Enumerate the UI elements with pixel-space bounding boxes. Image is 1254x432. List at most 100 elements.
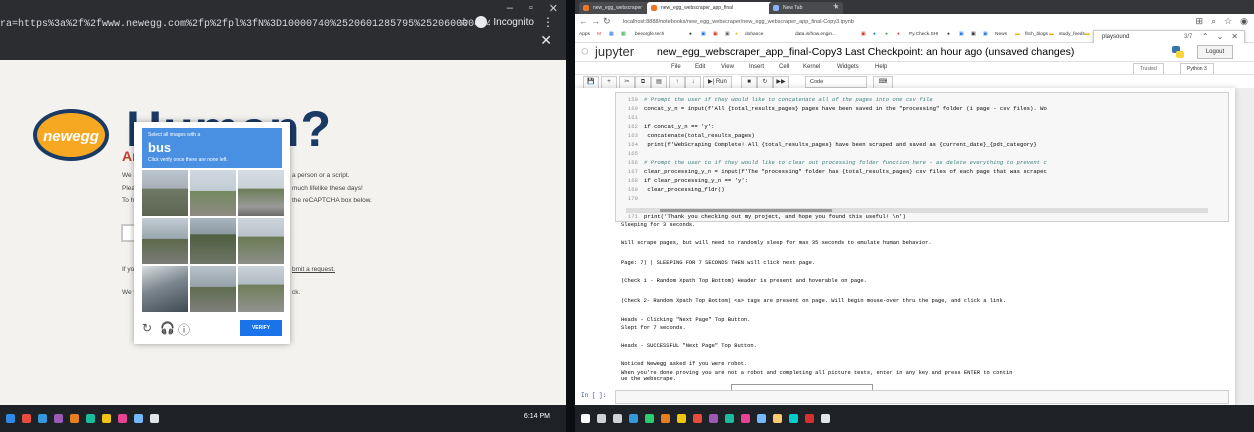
reload-icon[interactable]: ↻ — [142, 321, 152, 335]
bookmark-beeorgfe[interactable]: beeorgfe.tech — [635, 32, 664, 37]
menu-edit[interactable]: Edit — [695, 64, 705, 70]
audio-icon[interactable]: 🎧 — [160, 321, 175, 335]
bookmark-pycheck[interactable]: Py.Check.SHI — [909, 32, 939, 37]
captcha-tile[interactable] — [238, 266, 284, 312]
app-icon[interactable] — [118, 414, 127, 423]
bookmark-icon[interactable]: ● — [897, 32, 900, 37]
bookmark-icon[interactable]: ▣ — [971, 32, 976, 37]
captcha-tile[interactable] — [238, 218, 284, 264]
app-icon[interactable] — [134, 414, 143, 423]
captcha-tile[interactable] — [190, 218, 236, 264]
menu-widgets[interactable]: Widgets — [837, 64, 859, 70]
bookmark-study-feeds[interactable]: study_feeds — [1059, 32, 1085, 37]
bookmark-icon[interactable]: ▣ — [701, 32, 706, 37]
app-icon[interactable] — [805, 414, 814, 423]
captcha-tile[interactable] — [190, 266, 236, 312]
menu-kernel[interactable]: Kernel — [803, 64, 820, 70]
bookmark-icon[interactable]: ▣ — [725, 32, 730, 37]
bookmark-icon[interactable]: ▣ — [959, 32, 964, 37]
menu-file[interactable]: File — [671, 64, 681, 70]
bookmark-icon[interactable]: ▣ — [983, 32, 988, 37]
app-icon[interactable] — [725, 414, 734, 423]
app-icon[interactable] — [821, 414, 830, 423]
app-icon[interactable] — [677, 414, 686, 423]
task-view-icon[interactable] — [613, 414, 622, 423]
app-icon[interactable] — [70, 414, 79, 423]
app-icon[interactable] — [757, 414, 766, 423]
forward-icon[interactable]: → — [591, 16, 600, 26]
extension-icon[interactable]: ⊞ — [1195, 16, 1203, 27]
incognito-indicator[interactable]: ☆ Incognito — [459, 15, 534, 29]
menu-cell[interactable]: Cell — [779, 64, 789, 70]
app-icon[interactable] — [150, 414, 159, 423]
app-icon[interactable] — [102, 414, 111, 423]
app-icon[interactable] — [773, 414, 782, 423]
app-icon[interactable] — [741, 414, 750, 423]
bookmark-icon[interactable]: ● — [873, 32, 876, 37]
reload-icon[interactable]: ↻ — [603, 16, 611, 27]
github-icon[interactable]: ● — [947, 32, 950, 37]
logout-button[interactable]: Logout — [1197, 45, 1233, 59]
profile-icon[interactable]: ◉ — [1240, 16, 1248, 27]
menu-kebab-icon[interactable]: ⋮ — [542, 15, 554, 29]
app-icon[interactable] — [54, 414, 63, 423]
menu-help[interactable]: Help — [875, 64, 887, 70]
captcha-tile[interactable] — [142, 170, 188, 216]
gmail-icon[interactable]: M — [597, 32, 601, 37]
menu-view[interactable]: View — [721, 64, 734, 70]
star-icon[interactable]: ☆ — [1224, 16, 1232, 27]
app-icon[interactable] — [86, 414, 95, 423]
bookmark-news[interactable]: News — [995, 32, 1007, 37]
bookmark-fitch-blogs[interactable]: fitch_blogs — [1025, 32, 1048, 37]
code-cell[interactable]: 159 # Prompt the user if they would like … — [615, 92, 1229, 222]
app-icon[interactable] — [22, 414, 31, 423]
folder-icon[interactable]: ▬ — [1015, 32, 1020, 37]
captcha-tile[interactable] — [142, 218, 188, 264]
app-icon[interactable] — [709, 414, 718, 423]
start-icon[interactable] — [581, 414, 590, 423]
bookmark-data[interactable]: data.is/how.engin... — [795, 32, 836, 37]
find-input[interactable]: playsound — [1102, 34, 1129, 40]
find-close-icon[interactable]: ✕ — [1231, 32, 1238, 41]
folder-icon[interactable]: ▬ — [1049, 32, 1054, 37]
bookmark-icon[interactable]: ● — [885, 32, 888, 37]
jupyter-logo-text[interactable]: jupyter — [595, 44, 634, 59]
bookmark-icon[interactable]: ▦ — [609, 32, 614, 37]
empty-code-cell[interactable] — [615, 390, 1229, 404]
submit-request-link[interactable]: bmit a request. — [292, 266, 335, 273]
bookmark-icon[interactable]: ● — [735, 32, 738, 37]
github-icon[interactable]: ● — [689, 32, 692, 37]
cell-type-select[interactable]: Code — [805, 76, 867, 88]
captcha-tile[interactable] — [238, 170, 284, 216]
bookmark-apps[interactable]: Apps — [579, 32, 590, 37]
jupyter-logo-icon[interactable]: ◌ — [581, 43, 589, 58]
close-icon[interactable]: ✕ — [549, 2, 558, 15]
notebook-name[interactable]: new_egg_webscraper_app_final-Copy3 Last … — [657, 46, 1074, 58]
app-icon[interactable] — [661, 414, 670, 423]
bookmark-icon[interactable]: ▦ — [621, 32, 626, 37]
bookmark-icon[interactable]: ▣ — [713, 32, 718, 37]
address-bar[interactable]: ra=https%3a%2f%2fwww.newegg.com%2fp%2fpl… — [0, 16, 490, 34]
star-icon[interactable]: ☆ — [459, 15, 470, 29]
find-next-icon[interactable]: ⌄ — [1217, 32, 1224, 41]
find-prev-icon[interactable]: ⌃ — [1202, 32, 1209, 41]
back-icon[interactable]: ← — [579, 16, 588, 26]
search-icon[interactable] — [597, 414, 606, 423]
menu-insert[interactable]: Insert — [749, 64, 764, 70]
new-tab-icon[interactable]: + — [833, 1, 838, 11]
app-icon[interactable] — [629, 414, 638, 423]
tab-new-tab[interactable]: New Tab ✕ — [769, 2, 843, 14]
maximize-icon[interactable]: ▫ — [529, 2, 533, 15]
folder-icon[interactable]: ▬ — [1085, 32, 1090, 37]
app-icon[interactable] — [693, 414, 702, 423]
captcha-tile[interactable] — [190, 170, 236, 216]
search-icon[interactable]: ⌕ — [1211, 16, 1216, 27]
info-icon[interactable]: ⓘ — [178, 321, 190, 338]
start-icon[interactable] — [6, 414, 15, 423]
clock-time[interactable]: 6:14 PM — [524, 413, 550, 420]
minimize-icon[interactable]: – — [507, 2, 513, 15]
app-icon[interactable] — [38, 414, 47, 423]
url-field[interactable]: localhost:8888/notebooks/new_egg_webscra… — [623, 17, 854, 27]
bookmark-icon[interactable]: ▣ — [861, 32, 866, 37]
verify-button[interactable]: VERIFY — [240, 320, 282, 336]
